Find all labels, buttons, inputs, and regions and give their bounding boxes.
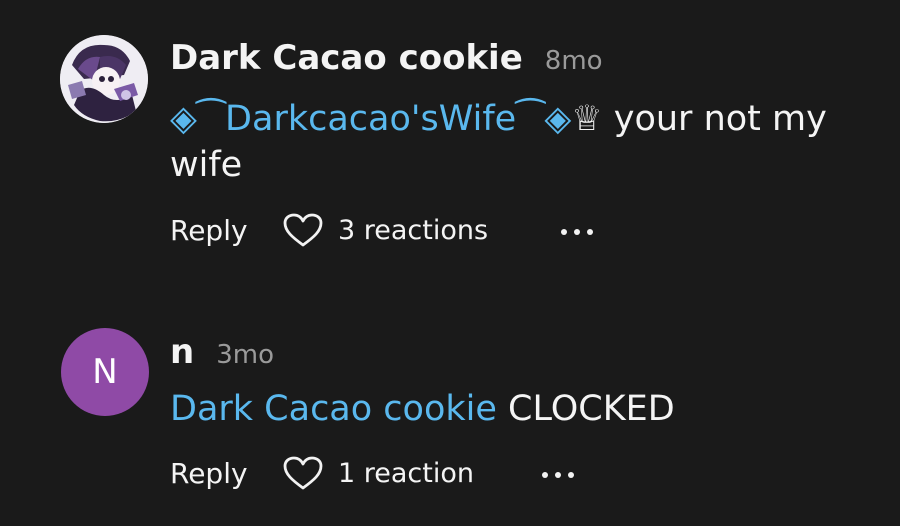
reactions-count: 1 reaction <box>338 457 474 489</box>
comment-body: ◈⁀Darkcacao'sWife⁀◈♕ your not my wife <box>170 96 860 188</box>
mention-decoration-left: ◈⁀ <box>170 99 226 139</box>
avatar[interactable]: N <box>61 328 149 416</box>
timestamp: 8mo <box>544 46 603 76</box>
reply-button[interactable]: Reply <box>170 214 282 247</box>
timestamp: 3mo <box>216 340 274 370</box>
ellipsis-icon[interactable] <box>542 472 574 478</box>
author-name[interactable]: n <box>170 332 194 372</box>
ellipsis-icon[interactable] <box>561 229 593 235</box>
reactions-button[interactable]: 3 reactions <box>282 212 488 248</box>
reactions-count: 3 reactions <box>338 214 489 246</box>
mention-link[interactable]: ◈⁀Darkcacao'sWife⁀◈ <box>170 99 571 139</box>
heart-icon <box>283 456 323 490</box>
heart-icon <box>283 213 323 247</box>
reactions-button[interactable]: 1 reaction <box>282 455 474 491</box>
comment-text: CLOCKED <box>496 389 675 429</box>
comment-actions: Reply 3 reactions <box>170 212 488 248</box>
mention-text: Darkcacao'sWife <box>225 99 517 139</box>
character-art-icon <box>60 35 148 123</box>
comment-header: n 3mo <box>170 332 274 372</box>
crown-icon: ♕ <box>571 99 603 139</box>
comment-header: Dark Cacao cookie 8mo <box>170 38 603 78</box>
avatar[interactable] <box>60 35 148 123</box>
author-name[interactable]: Dark Cacao cookie <box>170 38 523 78</box>
comment-body: Dark Cacao cookie CLOCKED <box>170 386 860 432</box>
comment-actions: Reply 1 reaction <box>170 455 474 491</box>
mention-link[interactable]: Dark Cacao cookie <box>170 389 497 429</box>
reply-button[interactable]: Reply <box>170 457 282 490</box>
mention-decoration-right: ⁀◈ <box>516 99 572 139</box>
